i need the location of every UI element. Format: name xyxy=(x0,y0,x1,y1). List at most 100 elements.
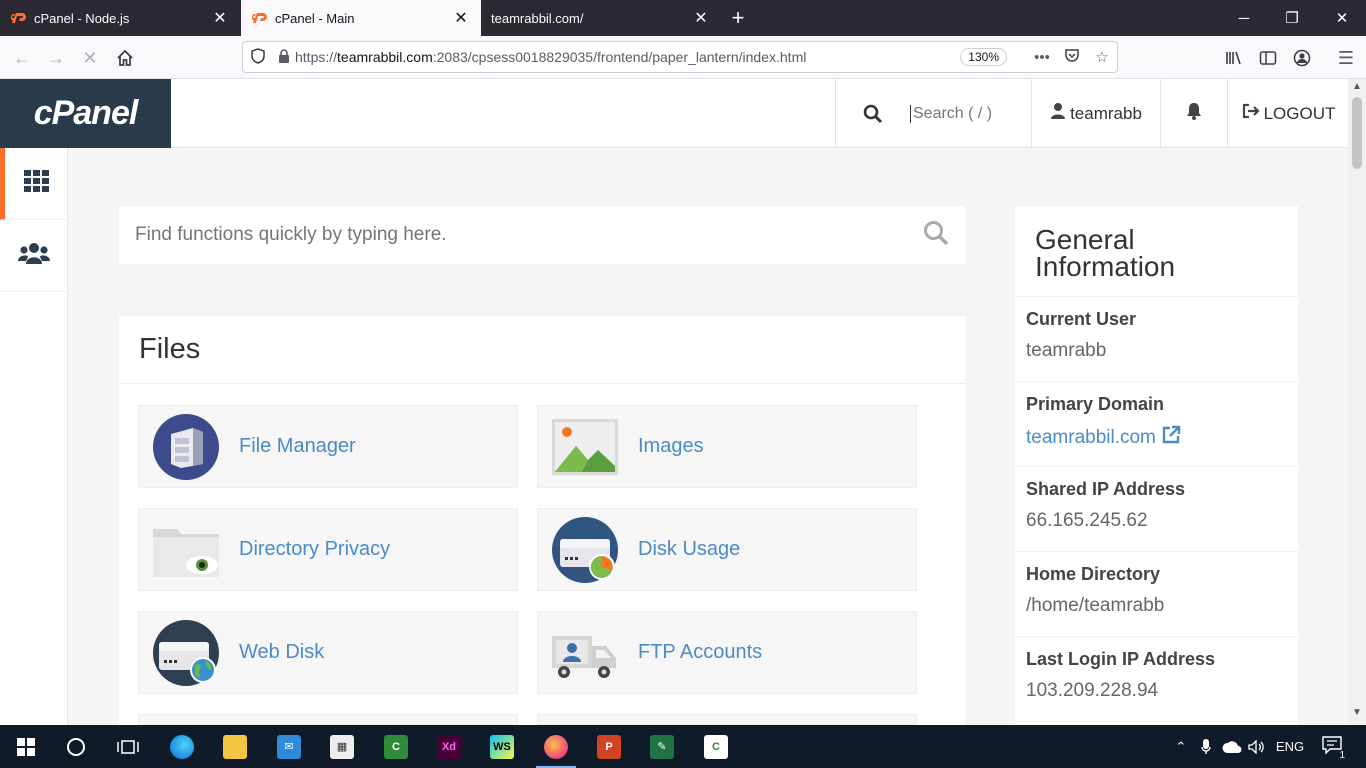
general-information-panel: General Information Current User teamrab… xyxy=(1015,206,1298,725)
scroll-up-icon[interactable]: ▲ xyxy=(1348,81,1366,97)
taskbar-powerpoint[interactable]: P xyxy=(583,725,635,768)
browser-tab-bar: cPanel - Node.js ✕ cPanel - Main ✕ teamr… xyxy=(0,0,1366,36)
taskbar-file-explorer[interactable] xyxy=(209,725,261,768)
tab-teamrabbil[interactable]: teamrabbil.com/ ✕ xyxy=(481,0,721,36)
tool-web-disk[interactable]: Web Disk xyxy=(138,611,518,694)
bookmark-star-icon[interactable]: ☆ xyxy=(1087,48,1117,66)
taskbar-camtasia-2[interactable]: C xyxy=(690,725,742,768)
web-disk-icon xyxy=(153,619,219,686)
back-arrow-icon[interactable]: ← xyxy=(8,44,36,72)
microphone-icon[interactable] xyxy=(1196,725,1216,768)
close-icon[interactable]: ✕ xyxy=(451,8,471,28)
volume-icon[interactable] xyxy=(1246,725,1268,768)
taskbar-excel-app[interactable]: ✎ xyxy=(636,725,688,768)
address-bar[interactable]: https://teamrabbil.com:2083/cpsess001882… xyxy=(242,41,1118,73)
info-row-primary-domain: Primary Domain teamrabbil.com xyxy=(1015,382,1298,467)
start-button[interactable] xyxy=(0,725,52,768)
tool-images[interactable]: Images xyxy=(537,405,917,488)
mail-icon: ✉ xyxy=(277,734,301,759)
tab-title: cPanel - Main xyxy=(275,10,355,26)
account-icon[interactable] xyxy=(1288,44,1316,72)
window-close-icon[interactable]: ✕ xyxy=(1318,0,1366,36)
scroll-down-icon[interactable]: ▼ xyxy=(1348,707,1366,723)
taskbar-edge[interactable] xyxy=(156,725,208,768)
taskbar-camtasia[interactable]: C xyxy=(370,725,422,768)
info-key: Current User xyxy=(1026,309,1137,329)
quick-search-box[interactable] xyxy=(119,206,965,264)
action-center-button[interactable]: 1 xyxy=(1316,725,1348,768)
menu-hamburger-icon[interactable]: ☰ xyxy=(1332,44,1360,72)
info-value: teamrabb xyxy=(1026,340,1107,361)
file-explorer-icon xyxy=(223,734,247,759)
cortana-search-button[interactable] xyxy=(50,725,102,768)
restore-icon[interactable]: ❐ xyxy=(1268,0,1316,36)
sidebar-toggle-icon[interactable] xyxy=(1254,44,1282,72)
tool-partial[interactable] xyxy=(537,714,917,725)
cpanel-favicon-icon xyxy=(10,10,26,26)
tray-overflow-chevron-icon[interactable]: ⌃ xyxy=(1170,725,1192,768)
tool-ftp-accounts[interactable]: FTP Accounts xyxy=(537,611,917,694)
search-icon xyxy=(923,220,949,251)
tool-label: Web Disk xyxy=(239,641,325,663)
home-icon[interactable] xyxy=(111,44,139,72)
info-row-last-login-ip: Last Login IP Address 103.209.228.94 xyxy=(1015,637,1298,722)
cpanel-header: cPanel teamrabb LOGOUT xyxy=(0,79,1348,148)
notification-icon: 1 xyxy=(1322,736,1346,761)
cortana-circle-icon xyxy=(67,737,85,756)
notifications-button[interactable] xyxy=(1160,79,1227,148)
info-value: /home/teamrabb xyxy=(1026,595,1165,616)
info-key: Last Login IP Address xyxy=(1026,649,1216,669)
logout-button[interactable]: LOGOUT xyxy=(1227,79,1348,148)
notification-count: 1 xyxy=(1338,750,1346,761)
ftp-accounts-icon xyxy=(552,635,616,678)
info-value: 66.165.245.62 xyxy=(1026,510,1148,531)
cpanel-logo[interactable]: cPanel xyxy=(0,79,171,148)
powerpoint-icon: P xyxy=(597,734,621,759)
new-tab-plus-icon[interactable]: + xyxy=(726,5,750,30)
adobe-xd-icon: Xd xyxy=(437,734,461,759)
lock-icon[interactable] xyxy=(273,48,295,66)
disk-usage-icon xyxy=(552,516,618,583)
stop-loading-icon[interactable]: ✕ xyxy=(76,44,104,72)
taskbar-store[interactable]: ▦ xyxy=(316,725,368,768)
task-view-button[interactable] xyxy=(102,725,154,768)
library-icon[interactable] xyxy=(1220,44,1248,72)
info-row-home-directory: Home Directory /home/teamrabb xyxy=(1015,552,1298,637)
pocket-icon[interactable] xyxy=(1057,48,1087,67)
close-icon[interactable]: ✕ xyxy=(210,8,230,28)
quick-search-input[interactable] xyxy=(135,224,923,246)
page-scrollbar[interactable]: ▲ ▼ xyxy=(1348,79,1366,725)
tool-file-manager[interactable]: File Manager xyxy=(138,405,518,488)
info-key: Home Directory xyxy=(1026,564,1161,584)
tool-partial[interactable] xyxy=(138,714,518,725)
users-icon xyxy=(18,242,50,269)
more-actions-icon[interactable]: ••• xyxy=(1027,49,1057,66)
tool-directory-privacy[interactable]: Directory Privacy xyxy=(138,508,518,591)
forward-arrow-icon[interactable]: → xyxy=(42,44,70,72)
header-search[interactable] xyxy=(835,79,1031,148)
taskbar-webstorm[interactable]: WS xyxy=(476,725,528,768)
taskbar-adobe-xd[interactable]: Xd xyxy=(423,725,475,768)
tracking-shield-icon[interactable] xyxy=(243,47,273,67)
scrollbar-thumb[interactable] xyxy=(1352,97,1362,169)
tab-cpanel-nodejs[interactable]: cPanel - Node.js ✕ xyxy=(0,0,240,36)
primary-domain-link[interactable]: teamrabbil.com xyxy=(1026,425,1287,449)
tool-disk-usage[interactable]: Disk Usage xyxy=(537,508,917,591)
logout-icon xyxy=(1241,103,1261,124)
camtasia-icon: C xyxy=(384,734,408,759)
header-search-input[interactable] xyxy=(910,104,1020,123)
user-menu[interactable]: teamrabb xyxy=(1031,79,1160,148)
zoom-level-badge[interactable]: 130% xyxy=(960,48,1007,66)
close-icon[interactable]: ✕ xyxy=(691,8,711,28)
rail-item-home[interactable] xyxy=(0,148,68,220)
minimize-icon[interactable]: ─ xyxy=(1220,0,1268,36)
store-icon: ▦ xyxy=(330,734,354,759)
taskbar-mail[interactable]: ✉ xyxy=(263,725,315,768)
taskbar-firefox[interactable] xyxy=(530,725,582,768)
language-indicator[interactable]: ENG xyxy=(1274,725,1306,768)
directory-privacy-icon xyxy=(153,528,219,577)
tab-cpanel-main[interactable]: cPanel - Main ✕ xyxy=(241,0,481,36)
logout-label: LOGOUT xyxy=(1263,103,1336,123)
onedrive-cloud-icon[interactable] xyxy=(1220,725,1244,768)
rail-item-users[interactable] xyxy=(0,220,68,292)
